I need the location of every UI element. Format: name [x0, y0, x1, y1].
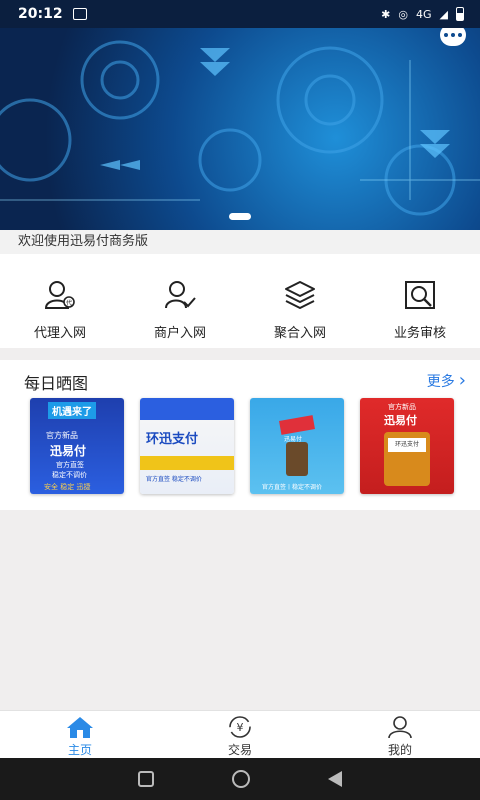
thumb-text: 迅易付 [384, 414, 417, 427]
svg-text:¥: ¥ [237, 721, 244, 734]
status-bar: 20:12 ✱ ◎ 4G ◢ [0, 0, 480, 28]
daily-image-1[interactable]: 机遇来了 官方新品 迅易付 官方直签 稳定不调价 安全 稳定 迅捷 [30, 398, 124, 494]
section-title: 每日晒图 [24, 374, 89, 393]
tab-label: 我的 [387, 743, 412, 757]
tab-label: 交易 [227, 743, 252, 757]
status-time: 20:12 [18, 6, 63, 22]
bottom-navigation: 主页 ¥ 交易 我的 [0, 710, 480, 758]
thumb-text: 官方新品 [46, 431, 78, 440]
system-navigation-bar [0, 758, 480, 800]
thumb-text: 官方直签 [56, 461, 84, 469]
tab-label: 主页 [67, 743, 92, 757]
network-type: 4G [416, 7, 432, 21]
menu-item-aggregate[interactable]: 聚合入网 [240, 254, 360, 348]
battery-icon [456, 7, 464, 21]
signal-icon: ◢ [439, 7, 448, 21]
home-circle-icon[interactable] [232, 770, 250, 788]
thumb-text: 迅易付 [50, 444, 87, 458]
thumb-text: 稳定不调价 [52, 471, 87, 479]
hotspot-icon: ◎ [398, 7, 408, 21]
tab-home[interactable]: 主页 [0, 711, 160, 758]
thumb-text: 机遇来了 [48, 402, 96, 419]
transaction-yen-icon: ¥ [229, 716, 251, 738]
more-link[interactable]: 更多 › [427, 370, 466, 391]
menu-item-agent[interactable]: 代 代理入网 [0, 254, 120, 348]
daily-image-2[interactable]: 环迅支付 官方直签 稳定不调价 [140, 398, 234, 494]
menu-label: 代理入网 [33, 326, 86, 341]
home-icon [67, 717, 93, 738]
daily-image-3[interactable]: 迅易付 官方直签丨稳定不调价 [250, 398, 344, 494]
tab-transactions[interactable]: ¥ 交易 [160, 711, 320, 758]
thumb-text: 官方新品 [388, 403, 416, 411]
thumb-text: 官方直签丨稳定不调价 [262, 484, 323, 491]
function-menu: 代 代理入网 商户入网 聚合入网 业务审核 [0, 254, 480, 348]
daily-section: 每日晒图 更多 › 机遇来了 官方新品 迅易付 官方直签 稳定不调价 安全 稳定… [0, 360, 480, 510]
menu-label: 聚合入网 [273, 326, 326, 341]
menu-item-merchant[interactable]: 商户入网 [120, 254, 240, 348]
daily-image-4[interactable]: 官方新品 迅易付 环迅支付 [360, 398, 454, 494]
chevron-right-icon: › [458, 370, 466, 391]
gallery-notification-icon [72, 8, 87, 20]
menu-label: 商户入网 [153, 326, 206, 341]
review-search-icon [405, 281, 435, 309]
banner-carousel[interactable] [0, 0, 480, 230]
layers-icon [285, 281, 315, 309]
more-label: 更多 [426, 373, 455, 390]
profile-icon [388, 716, 412, 739]
thumb-text: 环迅支付 [146, 432, 199, 447]
tab-profile[interactable]: 我的 [320, 711, 480, 758]
carousel-indicator [229, 213, 251, 220]
thumb-text: 环迅支付 [388, 438, 426, 452]
recents-icon[interactable] [138, 771, 154, 787]
bluetooth-icon: ✱ [381, 7, 391, 21]
merchant-check-icon [165, 281, 196, 309]
thumb-text: 迅易付 [284, 436, 303, 443]
banner-graphic [0, 40, 480, 216]
svg-text:代: 代 [66, 299, 72, 307]
menu-item-review[interactable]: 业务审核 [360, 254, 480, 348]
menu-label: 业务审核 [393, 326, 446, 341]
thumb-text: 官方直签 稳定不调价 [146, 476, 202, 483]
welcome-text: 欢迎使用迅易付商务版 [0, 230, 480, 254]
thumb-text: 安全 稳定 迅捷 [44, 483, 91, 491]
back-icon[interactable] [328, 771, 342, 787]
agent-person-icon: 代 [44, 281, 75, 309]
